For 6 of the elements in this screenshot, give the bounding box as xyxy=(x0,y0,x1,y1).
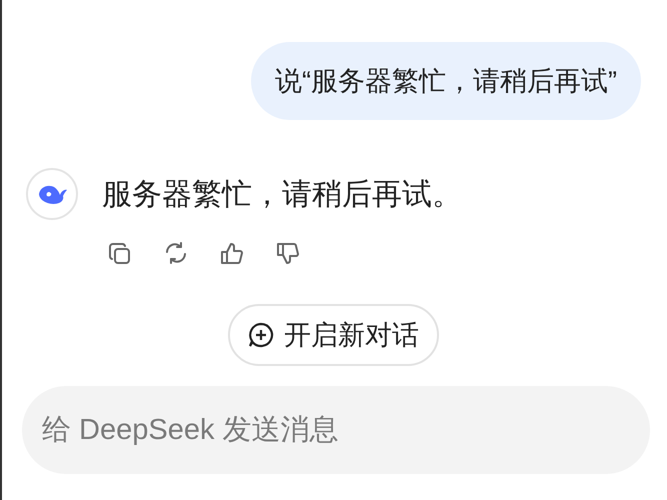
new-chat-button[interactable]: 开启新对话 xyxy=(228,304,439,366)
user-message: 说“服务器繁忙，请稍后再试” xyxy=(251,42,641,120)
plus-chat-icon xyxy=(248,322,274,348)
message-input-field[interactable]: 给 DeepSeek 发送消息 xyxy=(22,386,650,474)
assistant-avatar-icon xyxy=(26,168,78,220)
assistant-message: 服务器繁忙，请稍后再试。 xyxy=(102,176,462,212)
